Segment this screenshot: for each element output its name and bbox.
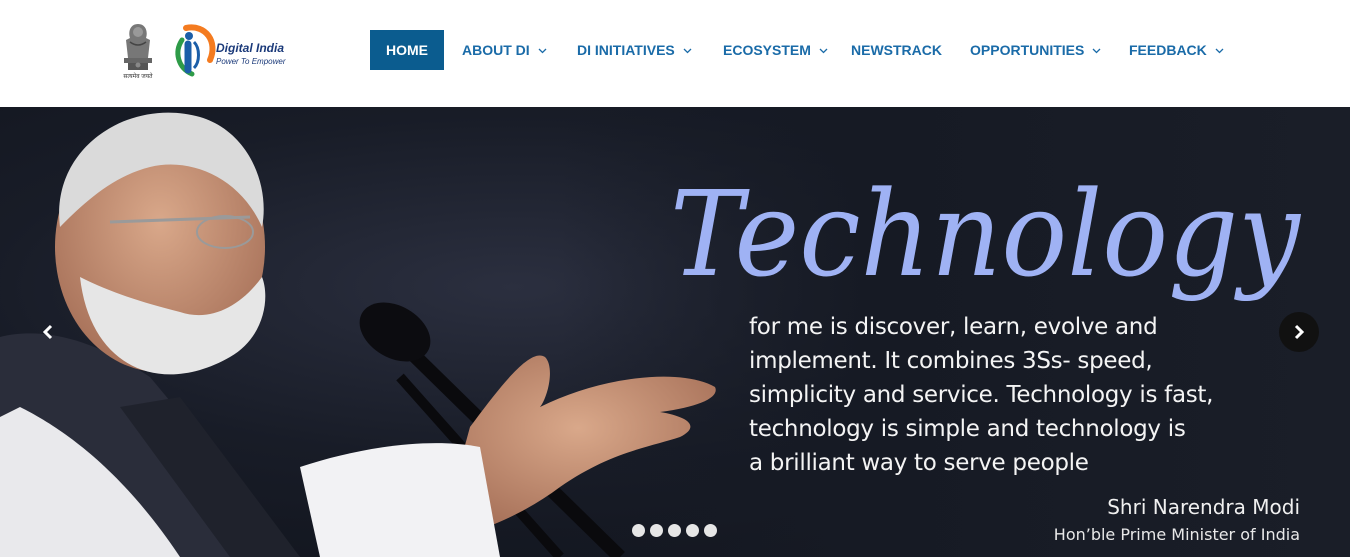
- nav-item-feedback[interactable]: FEEDBACK: [1129, 30, 1224, 70]
- nav-item-label: HOME: [386, 42, 428, 58]
- attribution-title: Hon’ble Prime Minister of India: [1053, 525, 1300, 544]
- chevron-down-icon: [1092, 48, 1101, 54]
- logo-title: Digital India: [216, 41, 285, 55]
- nav-item-about-di[interactable]: ABOUT DI: [462, 30, 547, 70]
- hero-carousel: Technology for me is discover, learn, ev…: [0, 107, 1350, 557]
- quote-line: for me is discover, learn, evolve and: [749, 314, 1158, 340]
- chevron-down-icon: [683, 48, 692, 54]
- chevron-left-icon: [42, 324, 53, 340]
- national-emblem-icon[interactable]: [116, 18, 160, 80]
- carousel-dot[interactable]: [704, 524, 717, 537]
- carousel-next-button[interactable]: [1279, 312, 1319, 352]
- nav-item-opportunities[interactable]: OPPORTUNITIES: [970, 30, 1101, 70]
- nav-item-label: NEWSTRACK: [851, 42, 942, 58]
- carousel-dot[interactable]: [686, 524, 699, 537]
- slide-headline: Technology: [670, 165, 1301, 303]
- carousel-dot[interactable]: [650, 524, 663, 537]
- nav-item-label: DI INITIATIVES: [577, 42, 675, 58]
- nav-item-newstrack[interactable]: NEWSTRACK: [851, 30, 942, 70]
- slide-quote: for me is discover, learn, evolve and im…: [749, 310, 1214, 480]
- digital-india-logo-icon[interactable]: [166, 18, 220, 82]
- slide-headline-text: Technology: [670, 165, 1301, 303]
- quote-line: a brilliant way to serve people: [749, 450, 1089, 476]
- chevron-down-icon: [538, 48, 547, 54]
- carousel-dot[interactable]: [632, 524, 645, 537]
- logo-tagline: Power To Empower: [216, 57, 286, 66]
- chevron-down-icon: [819, 48, 828, 54]
- carousel-dot[interactable]: [668, 524, 681, 537]
- quote-line: simplicity and service. Technology is fa…: [749, 382, 1214, 408]
- nav-item-label: OPPORTUNITIES: [970, 42, 1085, 58]
- nav-item-label: ABOUT DI: [462, 42, 530, 58]
- chevron-right-icon: [1294, 324, 1305, 340]
- quote-line: technology is simple and technology is: [749, 416, 1186, 442]
- quote-line: implement. It combines 3Ss- speed,: [749, 348, 1153, 374]
- emblem-motto: सत्यमेव जयते: [123, 74, 153, 80]
- slide-portrait-image: [0, 112, 716, 557]
- nav-item-label: FEEDBACK: [1129, 42, 1207, 58]
- chevron-down-icon: [1215, 48, 1224, 54]
- site-header: सत्यमेव जयते Digital India Power To Empo…: [0, 0, 1350, 107]
- nav-item-label: ECOSYSTEM: [723, 42, 811, 58]
- nav-item-home[interactable]: HOME: [370, 30, 444, 70]
- nav-item-ecosystem[interactable]: ECOSYSTEM: [723, 30, 828, 70]
- carousel-prev-button[interactable]: [28, 312, 68, 352]
- attribution-name: Shri Narendra Modi: [1107, 495, 1300, 519]
- nav-item-di-initiatives[interactable]: DI INITIATIVES: [577, 30, 692, 70]
